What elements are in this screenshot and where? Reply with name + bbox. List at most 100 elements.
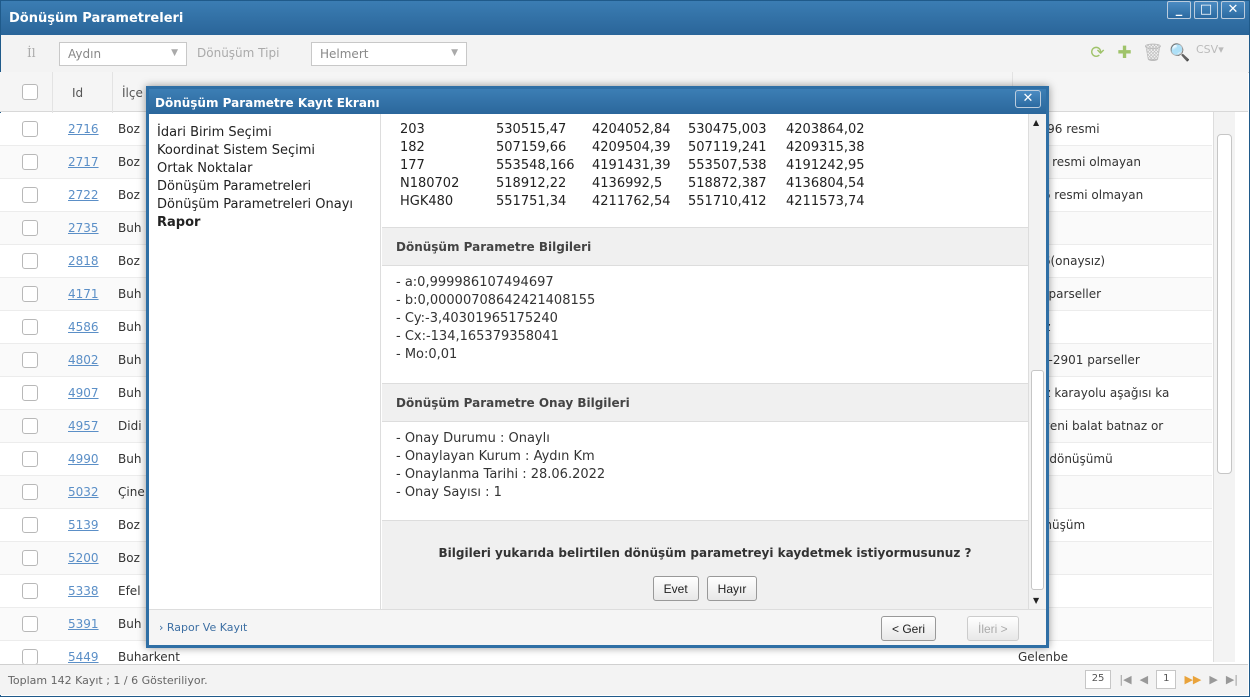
row-id-link[interactable]: 5338 xyxy=(68,584,99,598)
row-id-link[interactable]: 5449 xyxy=(68,650,99,664)
row-ilce: Buharkent xyxy=(118,650,180,664)
row-checkbox[interactable] xyxy=(22,319,38,335)
row-checkbox[interactable] xyxy=(22,154,38,170)
type-select[interactable]: Helmert ▼ xyxy=(311,42,467,66)
back-button[interactable]: < Geri xyxy=(881,616,937,641)
first-page-icon[interactable]: |◀ xyxy=(1119,673,1131,686)
row-checkbox[interactable] xyxy=(22,286,38,302)
row-id-link[interactable]: 5391 xyxy=(68,617,99,631)
row-checkbox[interactable] xyxy=(22,187,38,203)
step-coordinate-system[interactable]: Koordinat Sistem Seçimi xyxy=(157,142,380,160)
prev-page-icon[interactable]: ◀ xyxy=(1140,673,1148,686)
approval-list: - Onay Durumu : Onaylı - Onaylayan Kurum… xyxy=(382,422,1028,520)
page-input[interactable]: 1 xyxy=(1156,670,1177,689)
row-ilce: Efel xyxy=(118,584,141,598)
approval-section-title: Dönüşüm Parametre Onay Bilgileri xyxy=(382,383,1028,422)
step-admin-unit[interactable]: İdari Birim Seçimi xyxy=(157,124,380,142)
select-all-checkbox[interactable] xyxy=(22,84,38,100)
row-checkbox[interactable] xyxy=(22,550,38,566)
row-checkbox[interactable] xyxy=(22,253,38,269)
dialog-scroll-thumb[interactable] xyxy=(1031,370,1044,590)
row-checkbox[interactable] xyxy=(22,484,38,500)
approval-item: - Onay Sayısı : 1 xyxy=(396,485,502,500)
approval-item: - Onaylayan Kurum : Aydın Km xyxy=(396,449,595,464)
row-checkbox[interactable] xyxy=(22,451,38,467)
grid-scrollbar[interactable] xyxy=(1213,112,1235,662)
approval-item: - Onay Durumu : Onaylı xyxy=(396,431,550,446)
row-checkbox[interactable] xyxy=(22,583,38,599)
row-checkbox[interactable] xyxy=(22,418,38,434)
step-common-points[interactable]: Ortak Noktalar xyxy=(157,160,380,178)
dialog-scrollbar[interactable]: ▲ ▼ xyxy=(1028,114,1046,609)
row-checkbox[interactable] xyxy=(22,649,38,665)
row-id-link[interactable]: 4586 xyxy=(68,320,99,334)
point-cell: 4191242,95 xyxy=(786,158,865,173)
close-window-button[interactable]: ✕ xyxy=(1221,1,1245,19)
row-checkbox[interactable] xyxy=(22,352,38,368)
no-button[interactable]: Hayır xyxy=(706,576,758,601)
row-id-link[interactable]: 2735 xyxy=(68,221,99,235)
next-icon[interactable]: ▶ xyxy=(1209,673,1217,686)
row-ilce: Boz xyxy=(118,518,140,532)
type-label: Dönüşüm Tipi xyxy=(197,46,280,60)
delete-icon[interactable]: 🗑 xyxy=(1142,43,1164,63)
row-checkbox[interactable] xyxy=(22,121,38,137)
col-ilce-header[interactable]: İlçe xyxy=(122,86,143,100)
common-points-list: 203 530515,47 4204052,84 530475,003 4203864,… xyxy=(382,114,1028,227)
point-cell: 4204052,84 xyxy=(592,122,671,137)
point-cell: 182 xyxy=(400,140,425,155)
csv-export-icon[interactable]: CSV▾ xyxy=(1196,43,1224,63)
maximize-button[interactable]: □ xyxy=(1194,1,1218,19)
row-id-link[interactable]: 2716 xyxy=(68,122,99,136)
row-id-link[interactable]: 4907 xyxy=(68,386,99,400)
row-ilce: Buh xyxy=(118,617,142,631)
row-checkbox[interactable] xyxy=(22,220,38,236)
row-id-link[interactable]: 5032 xyxy=(68,485,99,499)
last-page-icon[interactable]: ▶| xyxy=(1226,673,1238,686)
row-ilce: Çine xyxy=(118,485,145,499)
row-id-link[interactable]: 2722 xyxy=(68,188,99,202)
scroll-down-icon[interactable]: ▼ xyxy=(1033,596,1039,605)
confirm-panel: Bilgileri yukarıda belirtilen dönüşüm pa… xyxy=(382,520,1028,609)
point-cell: 203 xyxy=(400,122,425,137)
point-cell: 4136804,54 xyxy=(786,176,865,191)
dialog-titlebar: Dönüşüm Parametre Kayıt Ekranı ✕ xyxy=(149,89,1046,114)
point-cell: 177 xyxy=(400,158,425,173)
next-button[interactable]: İleri > xyxy=(967,616,1019,641)
dialog-close-button[interactable]: ✕ xyxy=(1015,90,1041,108)
row-checkbox[interactable] xyxy=(22,616,38,632)
il-select[interactable]: Aydın ▼ xyxy=(59,42,187,66)
minimize-button[interactable]: _ xyxy=(1167,1,1191,19)
row-ilce: Buh xyxy=(118,320,142,334)
page-size-select[interactable]: 25 xyxy=(1084,670,1112,689)
row-checkbox[interactable] xyxy=(22,385,38,401)
chevron-down-icon: ▼ xyxy=(451,48,458,58)
row-ilce: Boz xyxy=(118,188,140,202)
yes-button[interactable]: Evet xyxy=(652,576,699,601)
grid-scroll-thumb[interactable] xyxy=(1217,134,1232,474)
row-id-link[interactable]: 5139 xyxy=(68,518,99,532)
row-id-link[interactable]: 2717 xyxy=(68,155,99,169)
zoom-icon[interactable]: 🔍 xyxy=(1169,43,1190,63)
next-page-icon[interactable]: ▶▶ xyxy=(1184,673,1201,686)
row-id-link[interactable]: 5200 xyxy=(68,551,99,565)
row-ilce: Buh xyxy=(118,452,142,466)
row-id-link[interactable]: 4990 xyxy=(68,452,99,466)
row-id-link[interactable]: 4171 xyxy=(68,287,99,301)
points-table: 203 530515,47 4204052,84 530475,003 4203864,… xyxy=(400,121,882,211)
col-id-header[interactable]: Id xyxy=(72,86,83,100)
row-id-link[interactable]: 2818 xyxy=(68,254,99,268)
add-icon[interactable]: ✚ xyxy=(1115,43,1134,63)
step-parameters-approval[interactable]: Dönüşüm Parametreleri Onayı xyxy=(157,196,380,214)
row-id-link[interactable]: 4957 xyxy=(68,419,99,433)
type-select-value: Helmert xyxy=(320,47,369,61)
row-id-link[interactable]: 4802 xyxy=(68,353,99,367)
row-checkbox[interactable] xyxy=(22,517,38,533)
step-parameters[interactable]: Dönüşüm Parametreleri xyxy=(157,178,380,196)
step-report[interactable]: Rapor xyxy=(157,214,380,232)
refresh-icon[interactable]: ⟳ xyxy=(1088,43,1107,63)
point-cell: 4203864,02 xyxy=(786,122,865,137)
scroll-up-icon[interactable]: ▲ xyxy=(1033,118,1039,127)
row-ilce: Boz xyxy=(118,254,140,268)
row-ilce: Boz xyxy=(118,551,140,565)
